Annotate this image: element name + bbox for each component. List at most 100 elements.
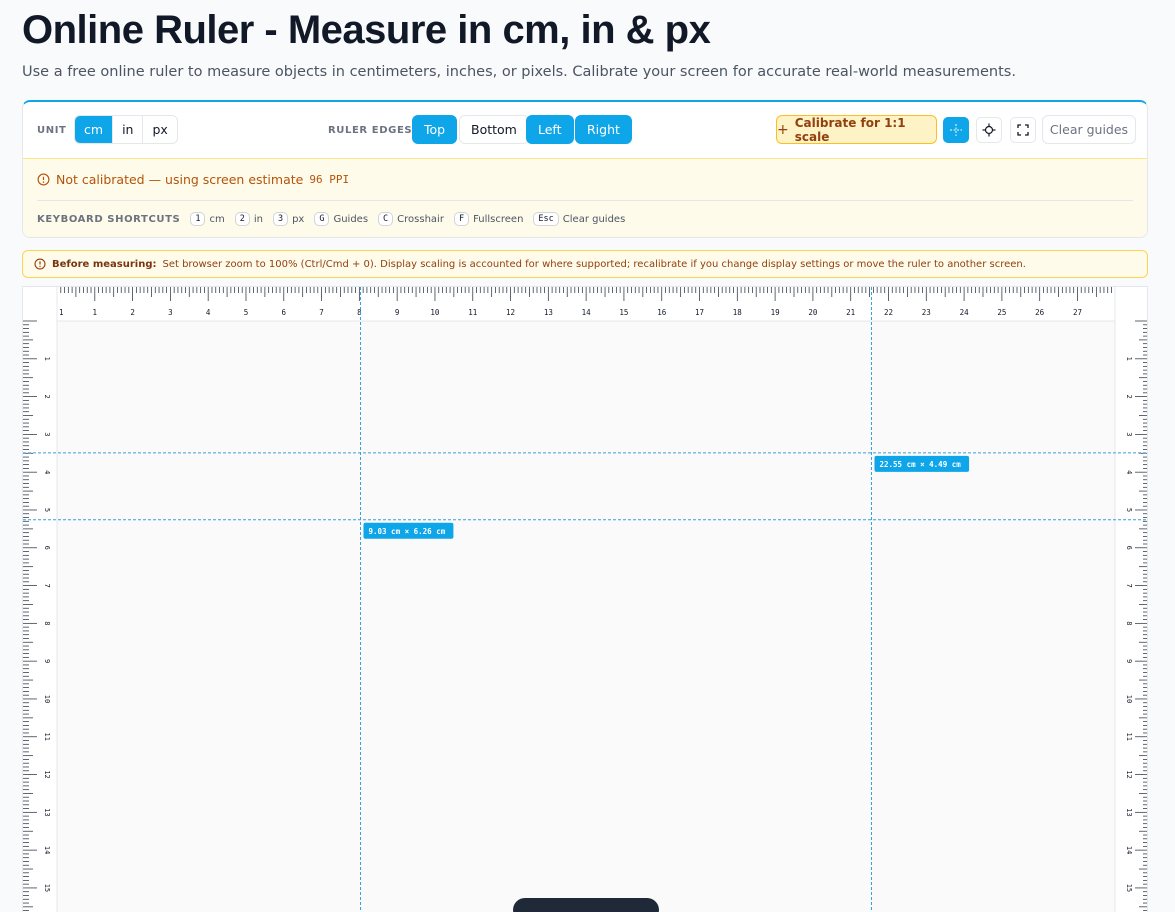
ruler-label: 15 [1125, 884, 1133, 892]
edge-bottom-button[interactable]: Bottom [459, 115, 529, 144]
ruler-label: 13 [1125, 808, 1133, 816]
plus-icon: + [777, 121, 789, 138]
toolbar-card: UNIT cm in px RULER EDGES Top Bottom Lef… [22, 100, 1148, 238]
unit-selector: cm in px [74, 115, 178, 144]
warning-circle-icon [37, 173, 50, 186]
fullscreen-toggle-button[interactable] [1010, 117, 1036, 143]
right-ruler: 123456789101112131415 [1114, 287, 1147, 912]
ruler-label: 2 [43, 394, 51, 398]
right-ruler-bg [1115, 287, 1147, 912]
shortcut-label: Guides [333, 213, 369, 225]
ruler-label: 1 [93, 308, 98, 317]
ruler-label: 22 [884, 308, 893, 317]
shortcut-item: 3 px [272, 212, 305, 226]
ruler-label: 11 [468, 308, 477, 317]
ruler-label: 7 [1125, 583, 1133, 587]
ruler-label: 14 [1125, 846, 1133, 854]
ruler-label: 4 [1125, 470, 1133, 474]
calibration-status-text: Not calibrated — using screen estimate [56, 172, 304, 187]
guides-toggle-button[interactable] [943, 117, 969, 143]
ruler-label: 16 [657, 308, 667, 317]
readout-text: 9.03 cm × 6.26 cm [368, 527, 445, 536]
crosshair-toggle-button[interactable] [976, 117, 1002, 143]
shortcut-key: C [378, 212, 394, 226]
edge-right-button[interactable]: Right [575, 115, 632, 144]
ruler-label: 6 [282, 308, 287, 317]
shortcut-label: cm [209, 213, 225, 225]
ruler-label: 6 [43, 546, 51, 550]
ruler-label: 25 [997, 308, 1006, 317]
edge-left-button[interactable]: Left [526, 115, 574, 144]
ruler-label: 10 [430, 308, 440, 317]
calibrate-label: Calibrate for 1:1 scale [794, 115, 906, 144]
ruler-label: 10 [1125, 695, 1133, 703]
ruler-label: 8 [357, 308, 362, 317]
ruler-label: 18 [733, 308, 743, 317]
unit-label: UNIT [37, 125, 67, 136]
ruler-label: 8 [43, 621, 51, 625]
ruler-label: 2 [130, 308, 135, 317]
shortcut-label: px [292, 213, 305, 225]
ruler-label: 3 [43, 432, 51, 436]
ruler-label: 21 [846, 308, 855, 317]
keyboard-shortcuts: KEYBOARD SHORTCUTS 1 cm 2 in 3 px G Guides C… [23, 200, 1147, 237]
page-description: Use a free online ruler to measure objec… [22, 64, 1016, 80]
guide-lines[interactable] [23, 287, 1148, 912]
edge-top-button[interactable]: Top [412, 115, 458, 144]
ruler-label: 6 [1125, 546, 1133, 550]
warning-circle-icon [34, 258, 46, 270]
ruler-label: 3 [168, 308, 173, 317]
shortcuts-title: KEYBOARD SHORTCUTS [37, 213, 181, 225]
shortcut-key: 1 [190, 212, 206, 226]
shortcut-item: 2 in [234, 212, 263, 226]
calibrate-button[interactable]: + Calibrate for 1:1 scale [776, 115, 937, 144]
crosshair-icon [982, 123, 996, 137]
ruler-label: 1 [1125, 357, 1133, 361]
shortcut-label: Clear guides [562, 213, 626, 225]
guide-readout-badge: 22.55 cm × 4.49 cm [874, 455, 970, 472]
shortcut-label: Crosshair [397, 213, 444, 225]
ruler-label: 17 [695, 308, 704, 317]
top-ruler: 1 2 3 4 5 6 7 8 9 10 11 12 13 14 15 16 17 18 19 20 21 22 23 24 2… [23, 287, 1147, 322]
toolbar-row: UNIT cm in px RULER EDGES Top Bottom Lef… [23, 102, 1147, 158]
ruler-label: 4 [43, 470, 51, 474]
unit-in-button[interactable]: in [113, 116, 144, 143]
ruler-label: 13 [544, 308, 553, 317]
shortcut-item: Esc Clear guides [533, 212, 625, 226]
ruler-svg: 1 2 3 4 5 6 7 8 9 10 11 12 13 14 15 16 17 18 19 20 21 22 23 24 2… [23, 287, 1148, 912]
shortcut-key: G [314, 212, 330, 226]
measuring-notice: Before measuring: Set browser zoom to 10… [22, 250, 1148, 278]
unit-cm-button[interactable]: cm [75, 116, 114, 143]
ruler-label: 3 [1125, 432, 1133, 436]
shortcut-item: C Crosshair [378, 212, 444, 226]
ruler-label: 12 [43, 770, 51, 778]
shortcut-label: Fullscreen [473, 213, 524, 225]
ruler-label: 19 [771, 308, 780, 317]
ruler-label: 1 [59, 308, 64, 317]
shortcut-key: 3 [272, 212, 289, 226]
ruler-label: 24 [960, 308, 970, 317]
ruler-label: 26 [1035, 308, 1045, 317]
shortcut-item: 1 cm [190, 212, 225, 226]
shortcut-label: in [253, 213, 263, 225]
ruler-label: 5 [1125, 508, 1133, 512]
ruler-edges-label: RULER EDGES [328, 125, 413, 136]
page-title: Online Ruler - Measure in cm, in & px [22, 8, 711, 52]
shortcut-item: F Fullscreen [453, 212, 524, 226]
ruler-label: 15 [43, 884, 51, 892]
readout-text: 22.55 cm × 4.49 cm [879, 460, 961, 469]
ruler-label: 8 [1125, 621, 1133, 625]
ruler-canvas[interactable]: 1 2 3 4 5 6 7 8 9 10 11 12 13 14 15 16 17 18 19 20 21 22 23 24 2… [22, 286, 1148, 912]
ppi-value: 96 PPI [309, 173, 350, 186]
ruler-label: 14 [582, 308, 592, 317]
ruler-label: 5 [244, 308, 249, 317]
ruler-label: 12 [1125, 770, 1133, 778]
ruler-label: 23 [922, 308, 931, 317]
clear-guides-button[interactable]: Clear guides [1042, 115, 1136, 144]
shortcut-key: Esc [533, 212, 559, 226]
fullscreen-icon [1017, 124, 1029, 136]
ruler-label: 11 [43, 733, 51, 741]
floating-toolbar[interactable] [513, 898, 659, 912]
unit-px-button[interactable]: px [143, 116, 176, 143]
ruler-label: 11 [1125, 733, 1133, 741]
